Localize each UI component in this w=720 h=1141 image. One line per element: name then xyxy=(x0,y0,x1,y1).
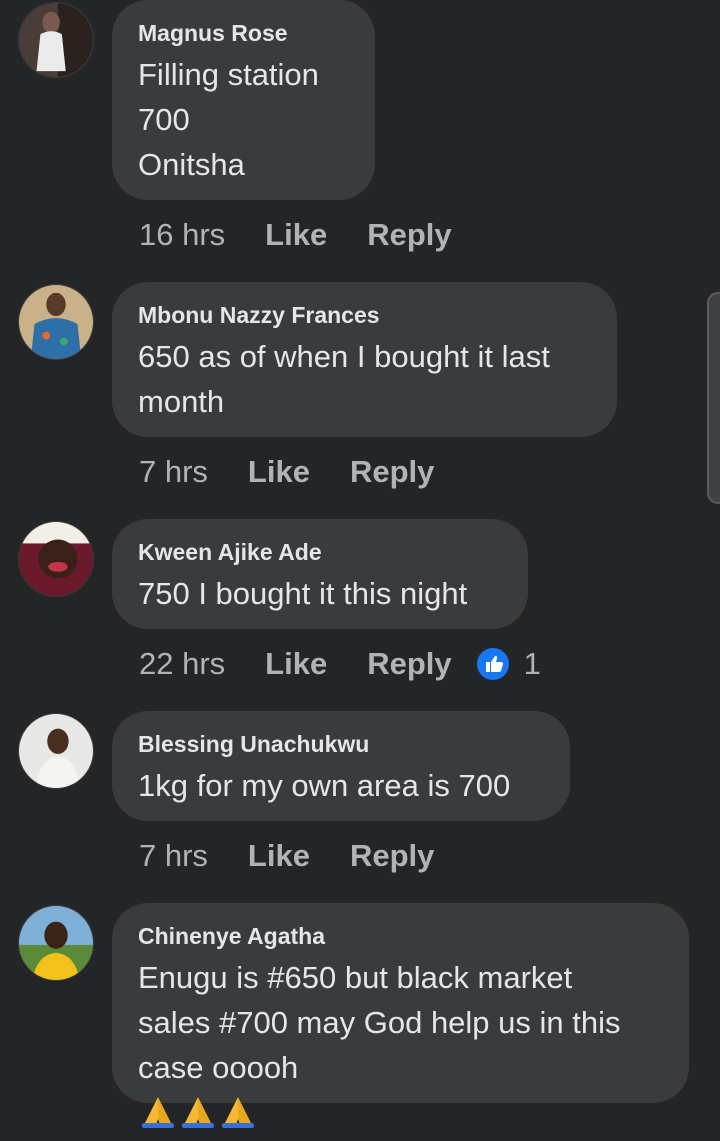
reply-button[interactable]: Reply xyxy=(350,838,434,874)
like-button[interactable]: Like xyxy=(248,454,310,490)
comment-time[interactable]: 22 hrs xyxy=(139,646,225,682)
comment-author[interactable]: Mbonu Nazzy Frances xyxy=(138,300,591,330)
comment-author[interactable]: Kween Ajike Ade xyxy=(138,537,502,567)
like-button[interactable]: Like xyxy=(248,838,310,874)
comment-text: 650 as of when I bought it last month xyxy=(138,339,550,419)
comment-author[interactable]: Blessing Unachukwu xyxy=(138,729,544,759)
scrollbar-thumb[interactable] xyxy=(707,292,720,504)
avatar[interactable] xyxy=(18,713,94,789)
comment-bubble: Mbonu Nazzy Frances 650 as of when I bou… xyxy=(112,282,617,437)
comment-text: 1kg for my own area is 700 xyxy=(138,768,511,803)
reply-button[interactable]: Reply xyxy=(350,454,434,490)
comment-author[interactable]: Magnus Rose xyxy=(138,18,349,48)
reply-button[interactable]: Reply xyxy=(367,217,451,253)
reaction-summary[interactable]: 1 xyxy=(476,646,541,682)
folded-hands-emoji xyxy=(178,1093,218,1141)
comment-time[interactable]: 7 hrs xyxy=(139,838,208,874)
avatar[interactable] xyxy=(18,284,94,360)
avatar[interactable] xyxy=(18,521,94,597)
comment-actions: 7 hrs Like Reply xyxy=(139,454,434,490)
avatar[interactable] xyxy=(18,905,94,981)
like-button[interactable]: Like xyxy=(265,646,327,682)
reaction-count: 1 xyxy=(523,646,541,681)
like-reaction-icon xyxy=(476,648,509,680)
comment-bubble: Magnus Rose Filling station 700 Onitsha xyxy=(112,0,375,200)
comment-actions: 22 hrs Like Reply 1 xyxy=(139,646,541,682)
comment-author[interactable]: Chinenye Agatha xyxy=(138,921,663,951)
folded-hands-emoji xyxy=(218,1093,258,1141)
comment-text-body: Enugu is #650 but black market sales #70… xyxy=(138,960,621,1085)
avatar[interactable] xyxy=(18,2,94,78)
comment-time[interactable]: 16 hrs xyxy=(139,217,225,253)
comment-bubble: Chinenye Agatha Enugu is #650 but black … xyxy=(112,903,689,1128)
comment-text: Enugu is #650 but black market sales #70… xyxy=(138,955,663,1141)
comment-actions: 16 hrs Like Reply xyxy=(139,217,452,253)
folded-hands-emoji xyxy=(138,1093,178,1141)
comment-bubble: Kween Ajike Ade 750 I bought it this nig… xyxy=(112,519,528,629)
comment-bubble: Blessing Unachukwu 1kg for my own area i… xyxy=(112,711,570,821)
comment-actions: 7 hrs Like Reply xyxy=(139,838,434,874)
comment-text: 750 I bought it this night xyxy=(138,576,468,611)
reply-button[interactable]: Reply xyxy=(367,646,451,682)
like-button[interactable]: Like xyxy=(265,217,327,253)
comment-time[interactable]: 7 hrs xyxy=(139,454,208,490)
comment-text: Filling station 700 Onitsha xyxy=(138,57,319,182)
